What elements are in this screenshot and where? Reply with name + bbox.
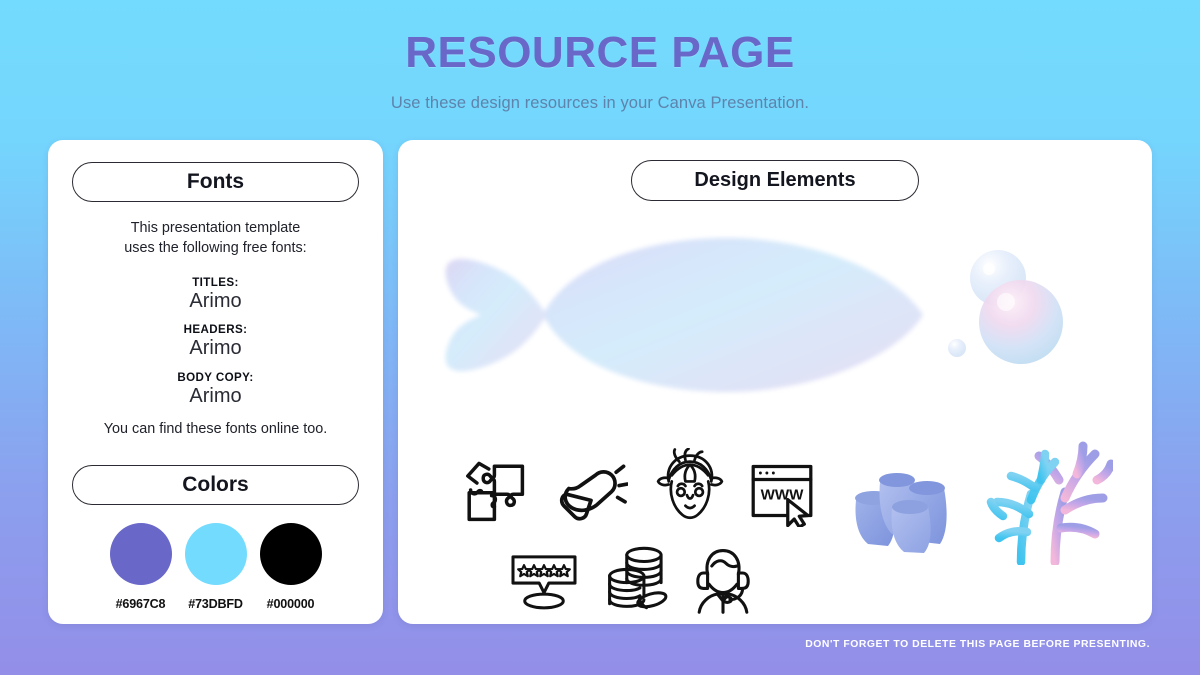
color-swatch-2-dot — [184, 523, 247, 585]
design-elements-section-header: Design Elements — [631, 160, 919, 201]
font-entry-titles-value: Arimo — [189, 290, 242, 312]
coral-illustration[interactable] — [973, 440, 1113, 565]
fonts-and-colors-card: Fonts This presentation template uses th… — [48, 140, 383, 624]
font-entry-headers: HEADERS: Arimo — [48, 323, 383, 359]
megaphone-icon[interactable] — [554, 453, 628, 527]
font-entry-headers-value: Arimo — [189, 337, 242, 359]
tube-sponge-illustration[interactable] — [848, 460, 973, 555]
font-entry-body-copy: BODY COPY: Arimo — [48, 371, 383, 407]
fonts-outro-text: You can find these fonts online too. — [103, 421, 328, 437]
design-elements-card: Design Elements WWW — [398, 140, 1152, 624]
fonts-intro-line-2: uses the following free fonts: — [124, 240, 307, 256]
headset-support-agent-icon[interactable] — [688, 545, 758, 615]
bubbles-illustration[interactable] — [943, 245, 1083, 375]
color-swatch-1-hex: #6967C8 — [115, 597, 166, 611]
color-swatch-2[interactable]: #73DBFD — [184, 523, 247, 611]
color-swatch-1[interactable]: #6967C8 — [109, 523, 172, 611]
colors-section-label: Colors — [182, 473, 249, 496]
font-entry-body-copy-label: BODY COPY: — [177, 371, 254, 384]
font-entry-body-copy-value: Arimo — [189, 385, 242, 407]
puzzle-pieces-icon[interactable] — [458, 455, 528, 525]
font-entry-titles-label: TITLES: — [192, 276, 239, 289]
color-swatch-3-hex: #000000 — [266, 597, 315, 611]
page-title: RESOURCE PAGE — [405, 28, 795, 77]
font-entry-headers-label: HEADERS: — [183, 323, 248, 336]
colors-section-header: Colors — [72, 465, 359, 505]
color-swatch-list: #6967C8 #73DBFD #000000 — [72, 523, 359, 611]
color-swatch-2-hex: #73DBFD — [188, 597, 243, 611]
fonts-section-header: Fonts — [72, 162, 359, 202]
fonts-section-label: Fonts — [186, 170, 245, 193]
browser-www-label: WWW — [761, 487, 805, 504]
delete-page-reminder: DON'T FORGET TO DELETE THIS PAGE BEFORE … — [805, 639, 1150, 650]
color-swatch-1-dot — [109, 523, 172, 585]
fonts-intro-line-1: This presentation template — [130, 220, 301, 236]
five-star-review-icon[interactable] — [506, 550, 582, 612]
page-subtitle: Use these design resources in your Canva… — [390, 94, 810, 112]
color-swatch-3-dot — [259, 523, 322, 585]
design-elements-section-label: Design Elements — [694, 169, 856, 191]
browser-www-icon[interactable]: WWW — [746, 455, 818, 527]
font-entry-titles: TITLES: Arimo — [48, 276, 383, 312]
color-swatch-3[interactable]: #000000 — [259, 523, 322, 611]
fonts-intro-text: This presentation template uses the foll… — [48, 218, 383, 258]
fish-illustration[interactable] — [423, 225, 933, 405]
coin-stack-icon[interactable] — [603, 544, 669, 616]
woman-with-turban-icon[interactable] — [652, 448, 728, 524]
